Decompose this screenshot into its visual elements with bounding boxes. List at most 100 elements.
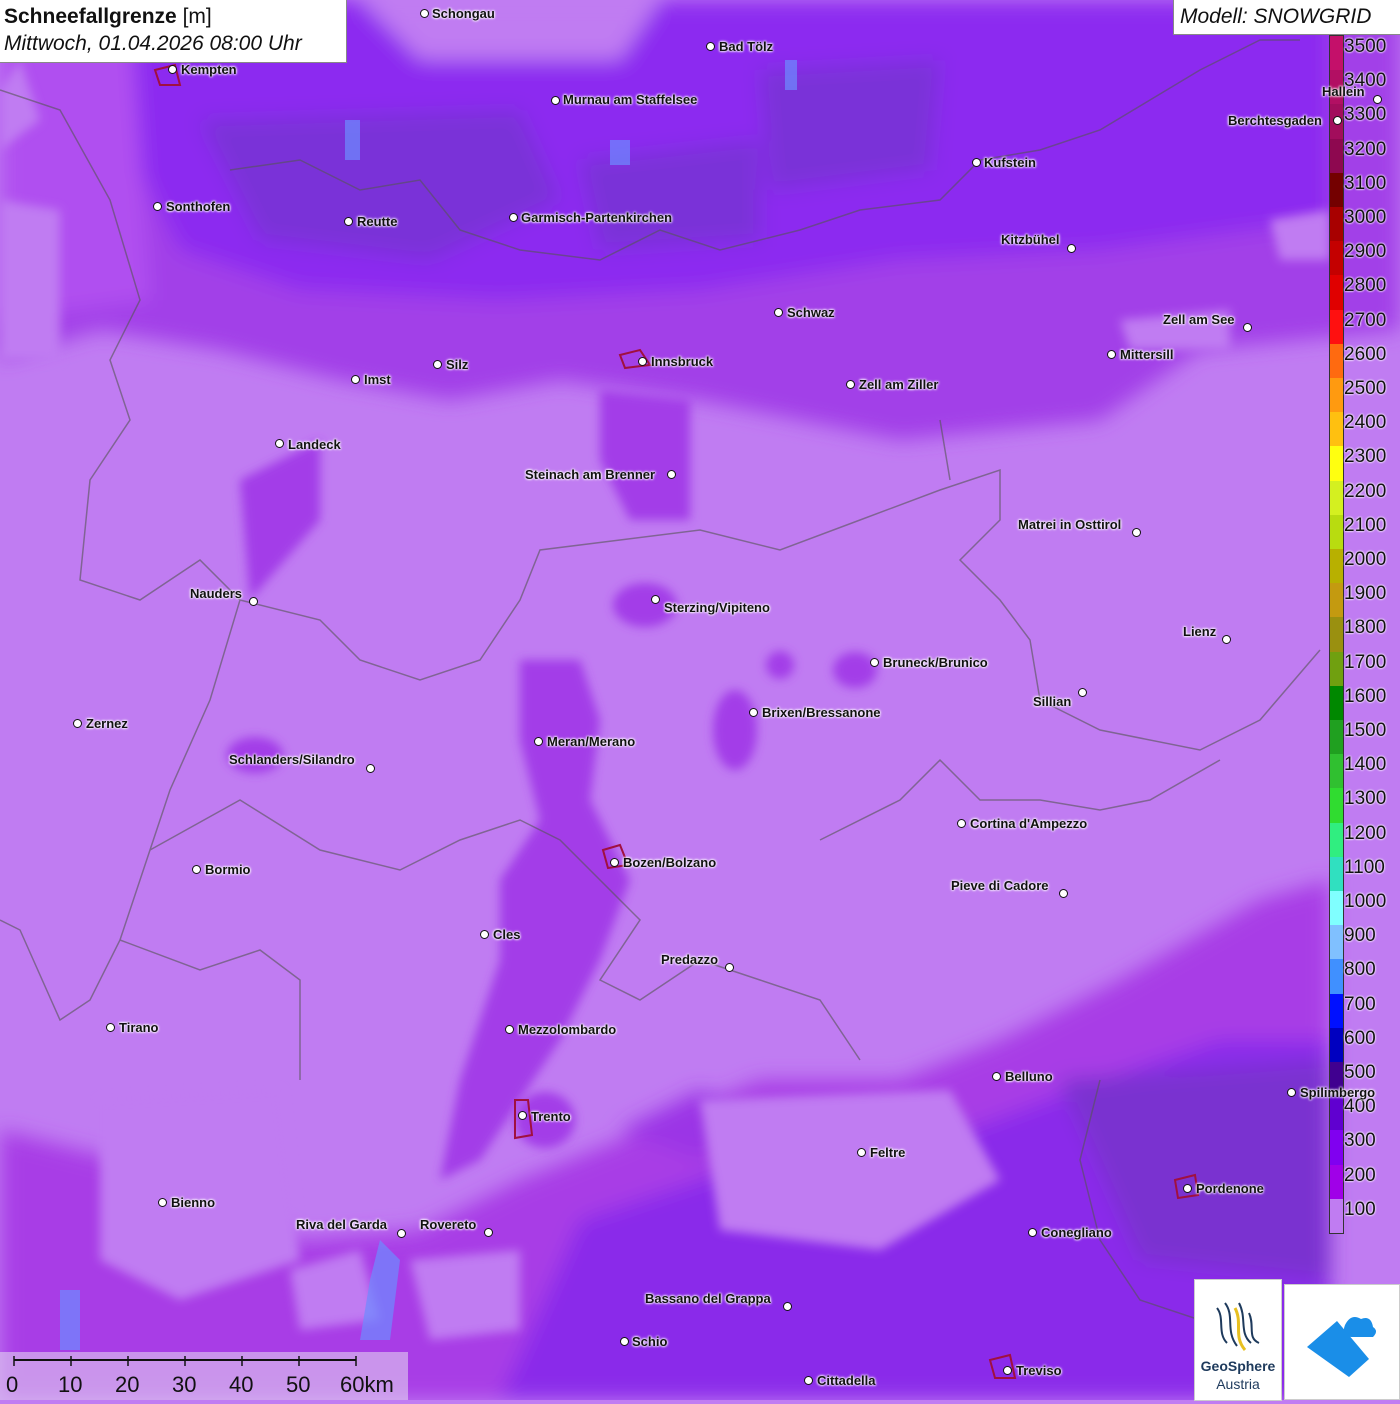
scale-tick: 20	[115, 1372, 140, 1397]
city-label: Kufstein	[984, 155, 1036, 170]
city-marker-icon	[749, 708, 758, 717]
legend-swatch	[1330, 207, 1343, 242]
city-marker-icon	[168, 65, 177, 74]
city-marker-icon	[249, 597, 258, 606]
legend-label: 800	[1344, 959, 1376, 981]
city-label: Kempten	[181, 62, 237, 77]
city-marker-icon	[73, 719, 82, 728]
legend-label: 1800	[1344, 617, 1387, 639]
legend-label: 100	[1344, 1198, 1376, 1220]
snowgrid-app-logo[interactable]	[1284, 1284, 1400, 1400]
city-marker-icon	[192, 865, 201, 874]
city-marker-icon	[846, 380, 855, 389]
legend-label: 3000	[1344, 207, 1387, 228]
city-marker-icon	[153, 202, 162, 211]
legend-swatch	[1330, 583, 1343, 618]
scale-bar: 0 10 20 30 40 50 60km	[0, 1352, 408, 1400]
city-label: Steinach am Brenner	[525, 467, 656, 482]
legend-swatch	[1330, 788, 1343, 824]
city-marker-icon	[1183, 1184, 1192, 1193]
city-marker-icon	[366, 764, 375, 773]
legend-swatch	[1330, 549, 1343, 584]
legend-label: 1700	[1344, 651, 1387, 673]
city-label: Meran/Merano	[547, 734, 636, 749]
city-marker-icon	[275, 439, 284, 448]
legend-swatch	[1330, 309, 1343, 345]
legend-swatch	[1330, 446, 1343, 482]
legend-swatch	[1330, 891, 1343, 926]
legend-swatch	[1330, 1198, 1343, 1234]
city-marker-icon	[1003, 1366, 1012, 1375]
geosphere-wordmark: GeoSphere	[1200, 1358, 1276, 1374]
legend-swatch	[1330, 959, 1343, 995]
legend-label: 2000	[1344, 549, 1387, 570]
legend-label: 1000	[1344, 891, 1387, 912]
city-label: Lienz	[1183, 624, 1217, 639]
legend-swatch	[1330, 275, 1343, 311]
city-label: Schlanders/Silandro	[229, 752, 355, 767]
city-label: Treviso	[1016, 1363, 1062, 1378]
city-marker-icon	[158, 1198, 167, 1207]
color-legend	[1329, 35, 1344, 1234]
city-marker-icon	[344, 217, 353, 226]
scale-tick: 30	[172, 1372, 197, 1397]
city-marker-icon	[1373, 95, 1382, 104]
city-label: Mittersill	[1120, 347, 1174, 362]
city-label: Reutte	[357, 214, 398, 229]
city-marker-icon	[1028, 1228, 1037, 1237]
legend-swatch	[1330, 720, 1343, 755]
legend-label: 1400	[1344, 754, 1387, 776]
city-label: Nauders	[190, 586, 243, 601]
legend-label: 1900	[1344, 583, 1387, 605]
legend-swatch	[1330, 685, 1343, 721]
city-marker-icon	[857, 1148, 866, 1157]
city-label: Murnau am Staffelsee	[563, 92, 698, 107]
legend-swatch	[1330, 1130, 1343, 1166]
legend-label: 900	[1344, 925, 1376, 947]
city-marker-icon	[870, 658, 879, 667]
legend-swatch	[1330, 343, 1343, 379]
legend-label: 300	[1344, 1130, 1376, 1152]
legend-label: 700	[1344, 993, 1376, 1015]
city-label: Silz	[446, 357, 469, 372]
legend-label: 1100	[1344, 856, 1385, 878]
legend-swatch	[1330, 378, 1343, 413]
city-marker-icon	[1333, 116, 1342, 125]
map-title: Schneefallgrenze [m]	[4, 5, 212, 29]
city-marker-icon	[706, 42, 715, 51]
city-marker-icon	[651, 595, 660, 604]
geosphere-logo[interactable]: GeoSphere Austria	[1194, 1279, 1282, 1401]
city-label: Zernez	[86, 716, 128, 731]
legend-label: 200	[1344, 1164, 1376, 1186]
legend-swatch	[1330, 480, 1343, 516]
city-label: Tirano	[119, 1020, 159, 1035]
city-marker-icon	[804, 1376, 813, 1385]
scale-tick: 60km	[340, 1372, 394, 1397]
city-label: Trento	[531, 1109, 571, 1124]
city-label: Predazzo	[661, 952, 719, 967]
city-marker-icon	[638, 357, 647, 366]
city-label: Matrei in Osttirol	[1018, 517, 1122, 532]
city-label: Riva del Garda	[296, 1217, 388, 1232]
legend-label: 2500	[1344, 378, 1387, 399]
city-marker-icon	[518, 1111, 527, 1120]
scale-tick: 40	[229, 1372, 254, 1397]
legend-label: 600	[1344, 1027, 1376, 1049]
legend-swatch	[1330, 1096, 1343, 1131]
city-marker-icon	[667, 470, 676, 479]
geosphere-mark-icon	[1216, 1302, 1260, 1351]
city-label: Pieve di Cadore	[951, 878, 1049, 893]
city-label: Mezzolombardo	[518, 1022, 617, 1037]
legend-swatch	[1330, 651, 1343, 687]
city-label: Innsbruck	[651, 354, 714, 369]
city-label: Brixen/Bressanone	[762, 705, 881, 720]
city-marker-icon	[610, 858, 619, 867]
legend-swatch	[1330, 617, 1343, 653]
legend-swatch	[1330, 241, 1343, 276]
legend-label: 2800	[1344, 275, 1387, 297]
city-marker-icon	[1132, 528, 1141, 537]
legend-swatch	[1330, 36, 1343, 71]
city-marker-icon	[1287, 1088, 1296, 1097]
city-label: Bormio	[205, 862, 251, 877]
mountain-cloud-icon	[1307, 1317, 1376, 1377]
